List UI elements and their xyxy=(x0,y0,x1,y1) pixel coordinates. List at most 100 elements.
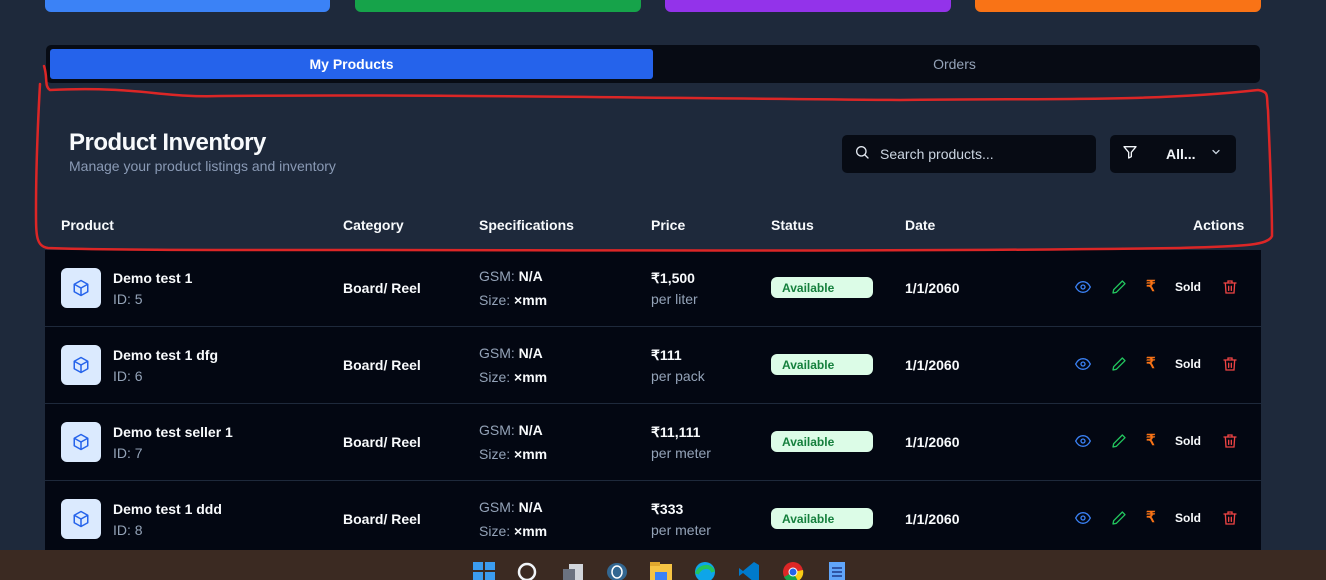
search-box[interactable] xyxy=(842,135,1096,173)
product-category: Board/ Reel xyxy=(343,511,421,527)
notepad-icon[interactable] xyxy=(825,560,849,580)
product-name: Demo test seller 1 xyxy=(113,424,233,440)
spec-size: Size: ×mm xyxy=(479,523,547,539)
spec-gsm: GSM: N/A xyxy=(479,268,543,284)
spec-gsm: GSM: N/A xyxy=(479,499,543,515)
product-date: 1/1/2060 xyxy=(905,280,960,296)
spec-size: Size: ×mm xyxy=(479,292,547,308)
spec-gsm-value: N/A xyxy=(518,422,543,438)
task-view-icon[interactable] xyxy=(561,560,585,580)
mark-sold-button[interactable]: Sold xyxy=(1175,357,1201,371)
spec-gsm-label: GSM: xyxy=(479,268,515,284)
product-price: ₹11,111 xyxy=(651,424,701,440)
pencil-icon[interactable] xyxy=(1111,356,1127,377)
table-row: Demo test seller 1 ID: 7 Board/ Reel GSM… xyxy=(45,404,1261,481)
mark-sold-rupee-icon[interactable]: ₹ xyxy=(1146,431,1156,449)
column-header-actions: Actions xyxy=(1193,217,1245,233)
column-header-category: Category xyxy=(343,217,404,233)
inventory-table: Demo test 1 ID: 5 Board/ Reel GSM: N/A S… xyxy=(45,250,1261,550)
spec-gsm-value: N/A xyxy=(518,268,543,284)
spec-size-label: Size: xyxy=(479,369,511,385)
stat-card-green[interactable] xyxy=(355,0,641,12)
chevron-down-icon xyxy=(1210,145,1222,163)
spec-gsm: GSM: N/A xyxy=(479,345,543,361)
filter-value: All... xyxy=(1166,146,1196,162)
tab-bar: My Products Orders xyxy=(46,45,1260,83)
postgres-icon[interactable] xyxy=(605,560,629,580)
column-header-product: Product xyxy=(61,217,114,233)
inventory-header: Product Inventory Manage your product li… xyxy=(45,95,1261,250)
vscode-icon[interactable] xyxy=(737,560,761,580)
chrome-icon[interactable] xyxy=(781,560,805,580)
package-icon xyxy=(61,345,101,385)
product-price: ₹111 xyxy=(651,347,682,363)
spec-gsm-value: N/A xyxy=(518,499,543,515)
eye-icon[interactable] xyxy=(1074,279,1092,300)
tab-orders[interactable]: Orders xyxy=(653,49,1256,79)
mark-sold-button[interactable]: Sold xyxy=(1175,511,1201,525)
spec-size-value: ×mm xyxy=(514,523,548,539)
spec-gsm-label: GSM: xyxy=(479,345,515,361)
filter-icon xyxy=(1122,144,1138,165)
status-badge: Available xyxy=(771,277,873,298)
status-badge: Available xyxy=(771,354,873,375)
trash-icon[interactable] xyxy=(1222,356,1238,377)
eye-icon[interactable] xyxy=(1074,510,1092,531)
mark-sold-rupee-icon[interactable]: ₹ xyxy=(1146,508,1156,526)
product-name: Demo test 1 xyxy=(113,270,193,286)
price-unit: per liter xyxy=(651,291,698,307)
stat-card-blue[interactable] xyxy=(45,0,330,12)
price-unit: per meter xyxy=(651,445,711,461)
product-category: Board/ Reel xyxy=(343,280,421,296)
mark-sold-button[interactable]: Sold xyxy=(1175,434,1201,448)
tab-my-products[interactable]: My Products xyxy=(50,49,653,79)
column-header-date: Date xyxy=(905,217,936,233)
column-header-specifications: Specifications xyxy=(479,217,574,233)
pencil-icon[interactable] xyxy=(1111,433,1127,454)
package-icon xyxy=(61,422,101,462)
price-unit: per pack xyxy=(651,368,705,384)
page-title: Product Inventory xyxy=(69,129,266,156)
pencil-icon[interactable] xyxy=(1111,510,1127,531)
mark-sold-button[interactable]: Sold xyxy=(1175,280,1201,294)
product-id: ID: 5 xyxy=(113,291,143,307)
eye-icon[interactable] xyxy=(1074,433,1092,454)
windows-start-icon[interactable] xyxy=(472,560,496,580)
product-date: 1/1/2060 xyxy=(905,511,960,527)
product-id: ID: 8 xyxy=(113,522,143,538)
file-explorer-icon[interactable] xyxy=(649,560,673,580)
spec-size-label: Size: xyxy=(479,292,511,308)
package-icon xyxy=(61,499,101,539)
spec-gsm-label: GSM: xyxy=(479,499,515,515)
price-unit: per meter xyxy=(651,522,711,538)
spec-size-value: ×mm xyxy=(514,369,548,385)
taskbar xyxy=(0,550,1326,580)
mark-sold-rupee-icon[interactable]: ₹ xyxy=(1146,354,1156,372)
column-header-price: Price xyxy=(651,217,686,233)
trash-icon[interactable] xyxy=(1222,510,1238,531)
trash-icon[interactable] xyxy=(1222,279,1238,300)
spec-size: Size: ×mm xyxy=(479,446,547,462)
page-subtitle: Manage your product listings and invento… xyxy=(69,158,336,174)
product-price: ₹1,500 xyxy=(651,270,695,286)
edge-icon[interactable] xyxy=(693,560,717,580)
eye-icon[interactable] xyxy=(1074,356,1092,377)
column-header-status: Status xyxy=(771,217,814,233)
table-row: Demo test 1 ID: 5 Board/ Reel GSM: N/A S… xyxy=(45,250,1261,327)
search-input[interactable] xyxy=(880,146,1080,162)
mark-sold-rupee-icon[interactable]: ₹ xyxy=(1146,277,1156,295)
pencil-icon[interactable] xyxy=(1111,279,1127,300)
spec-size-label: Size: xyxy=(479,446,511,462)
table-row: Demo test 1 dfg ID: 6 Board/ Reel GSM: N… xyxy=(45,327,1261,404)
table-row: Demo test 1 ddd ID: 8 Board/ Reel GSM: N… xyxy=(45,481,1261,550)
product-category: Board/ Reel xyxy=(343,434,421,450)
status-filter-select[interactable]: All... xyxy=(1110,135,1236,173)
status-badge: Available xyxy=(771,431,873,452)
trash-icon[interactable] xyxy=(1222,433,1238,454)
search-icon[interactable] xyxy=(516,560,540,580)
status-badge: Available xyxy=(771,508,873,529)
stat-card-orange[interactable] xyxy=(975,0,1261,12)
product-id: ID: 7 xyxy=(113,445,143,461)
spec-gsm-value: N/A xyxy=(518,345,543,361)
stat-card-purple[interactable] xyxy=(665,0,951,12)
